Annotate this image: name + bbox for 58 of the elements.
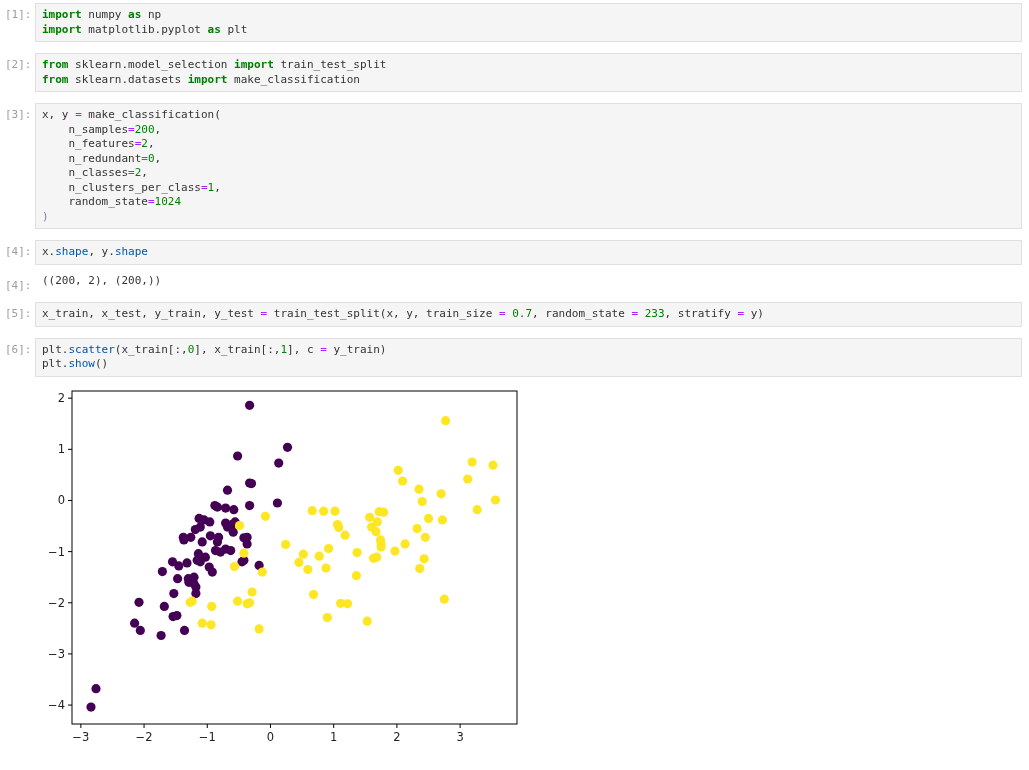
code-line: n_features=2,	[67, 137, 156, 152]
tick-label: 1	[330, 729, 338, 744]
tick-label: −2	[135, 729, 153, 744]
output-text: ((200, 2), (200,))	[42, 273, 162, 288]
code-input-cell[interactable]: import numpy as np import matplotlib.pyplot as plt	[35, 3, 1022, 42]
tick-label: −3	[72, 729, 90, 744]
tick-mark	[396, 723, 398, 728]
tick-mark	[270, 723, 271, 728]
code-input-cell[interactable]: from sklearn.model_selection import train_test_split from sklearn.datasets import make_classification	[35, 53, 1022, 92]
code-line: n_samples=200,	[67, 122, 163, 137]
execution-prompt: [4]:	[5, 245, 32, 258]
tick-label: −4	[48, 697, 65, 712]
execution-prompt: [6]:	[5, 342, 32, 356]
tick-label: −3	[48, 646, 65, 661]
code-line: import numpy as np	[42, 8, 163, 23]
code-line: n_clusters_per_class=1,	[67, 180, 222, 195]
tick-mark	[67, 448, 73, 450]
tick-mark	[67, 397, 73, 399]
code-line: import matplotlib.pyplot as plt	[42, 22, 249, 37]
code-line: )	[42, 209, 50, 224]
tick-label: 1	[57, 441, 65, 456]
code-input-cell[interactable]: plt.scatter(x_train[:,0], x_train[:,1], c = y_train) plt.show()	[35, 337, 1022, 377]
tick-label: −1	[48, 544, 65, 559]
tick-label: 3	[456, 729, 464, 744]
tick-mark	[143, 723, 145, 728]
tick-mark	[206, 723, 208, 728]
tick-mark	[67, 704, 73, 706]
tick-label: 2	[393, 729, 401, 744]
execution-prompt: [3]:	[5, 108, 32, 121]
code-line: x, y = make_classification(	[42, 108, 222, 123]
tick-label: −1	[198, 729, 216, 744]
execution-prompt: [2]:	[5, 58, 32, 71]
code-line: n_redundant=0,	[67, 151, 163, 166]
code-line: random_state=1024	[67, 195, 183, 210]
tick-mark	[67, 499, 73, 501]
tick-label: −2	[48, 595, 65, 610]
tick-mark	[67, 550, 73, 552]
tick-mark	[80, 723, 82, 728]
code-input-cell[interactable]: x.shape, y.shape	[35, 240, 1022, 265]
code-line: from sklearn.datasets import make_classification	[42, 72, 361, 87]
execution-prompt: [1]:	[5, 8, 32, 21]
tick-label: 0	[266, 729, 275, 744]
code-line: n_classes=2,	[67, 166, 149, 181]
tick-mark	[459, 723, 461, 728]
code-line: plt.scatter(x_train[:,0], x_train[:,1], c = y_train)	[42, 342, 388, 357]
execution-prompt: [4]:	[5, 278, 32, 292]
tick-mark	[67, 601, 73, 603]
tick-label: 2	[57, 390, 65, 405]
code-line: from sklearn.model_selection import train_test_split	[42, 58, 388, 73]
code-line: x_train, x_test, y_train, y_test = train_test_split(x, y, train_size = 0.7, random_state = 233, stratify = y)	[42, 307, 765, 322]
tick-mark	[333, 723, 335, 728]
code-input-cell[interactable]: x, y = make_classification( n_samples=200, n_features=2, n_redundant=0, n_classes=2, n_clusters_per_class=1, random_state=1024 )	[35, 103, 1022, 229]
code-input-cell[interactable]: x_train, x_test, y_train, y_test = train_test_split(x, y, train_size = 0.7, random_state = 233, stratify = y)	[35, 302, 1022, 327]
execution-prompt: [5]:	[5, 307, 32, 320]
code-line: x.shape, y.shape	[42, 245, 149, 260]
code-line: plt.show()	[42, 357, 110, 372]
tick-mark	[67, 652, 73, 654]
tick-label: 0	[57, 492, 65, 507]
